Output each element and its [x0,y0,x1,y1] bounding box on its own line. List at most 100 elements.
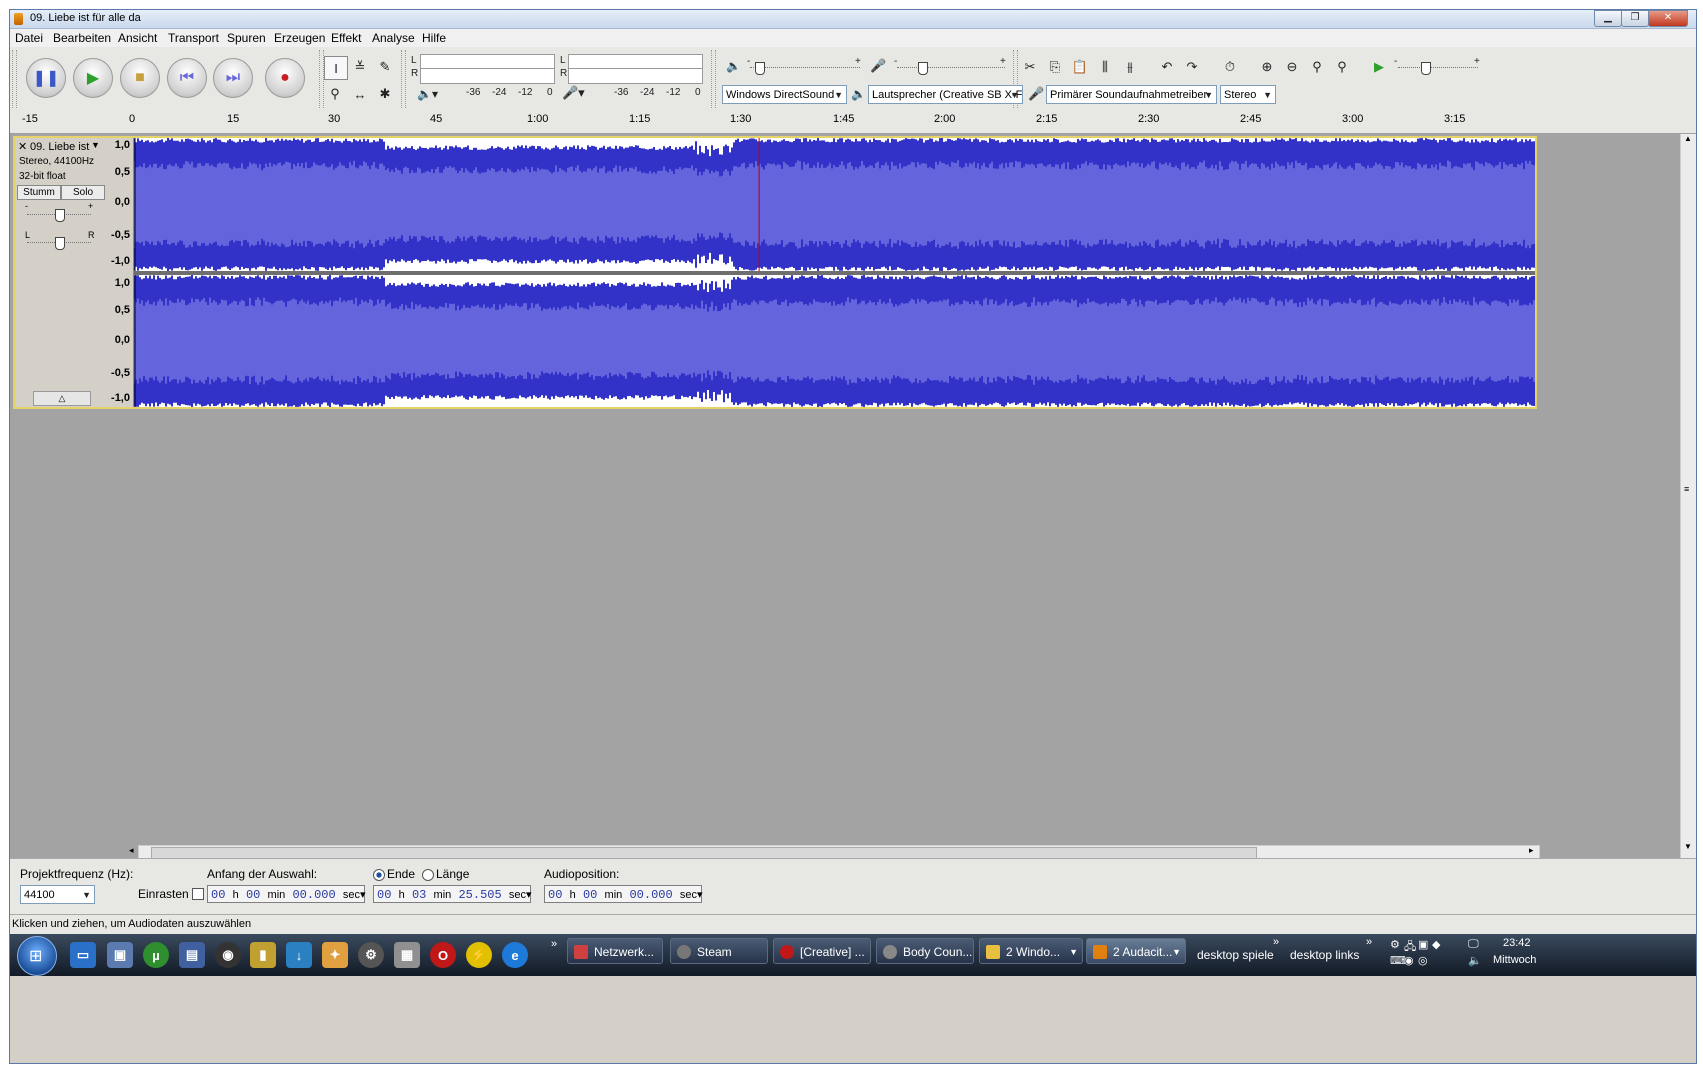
minimize-button[interactable]: ▁ [1594,10,1622,27]
clock-time[interactable]: 23:42 [1503,937,1531,949]
undo-button[interactable]: ↶ [1156,56,1178,78]
task-audacity[interactable]: 2 Audacit... ▼ [1086,938,1186,964]
menu-analyse[interactable]: Analyse [372,31,415,45]
vertical-scrollbar[interactable]: ▲ ≡ ▼ [1680,134,1696,858]
switch-windows-icon[interactable]: ▣ [107,942,133,968]
menu-effekt[interactable]: Effekt [331,31,361,45]
tray-app-icon[interactable]: ◆ [1432,938,1440,951]
start-button[interactable]: ⊞ [17,936,57,976]
collapse-track-button[interactable]: △ [33,391,91,406]
tray-volume-icon[interactable]: 🔈 [1468,954,1482,967]
waveform-right-channel[interactable] [134,275,1535,407]
cut-button[interactable]: ✂ [1019,56,1041,78]
tray-disc-icon[interactable]: ◎ [1418,954,1428,967]
trim-button[interactable]: ⫼ [1094,56,1116,78]
snap-checkbox[interactable] [192,888,204,900]
fit-project-button[interactable]: ⚲ [1331,56,1353,78]
menu-spuren[interactable]: Spuren [227,31,266,45]
network-icon[interactable]: ▤ [179,942,205,968]
chevron-down-icon[interactable]: ▼ [91,140,100,150]
track-area[interactable]: ✕ 09. Liebe ist ▼ Stereo, 44100Hz 32-bit… [10,134,1680,858]
paste-button[interactable]: 📋 [1069,56,1091,78]
input-device-select[interactable]: Primärer Soundaufnahmetreiber ▼ [1046,85,1217,104]
host-select[interactable]: Windows DirectSound ▼ [722,85,847,104]
toolbar-desktop-links[interactable]: desktop links [1290,948,1359,962]
multi-tool[interactable]: ✱ [374,83,396,105]
timeline-ruler[interactable]: -15 0 15 30 45 1:00 1:15 1:30 1:45 2:00 … [10,111,1696,134]
gain-knob[interactable] [55,209,65,222]
output-device-select[interactable]: Lautsprecher (Creative SB X-F ▼ [868,85,1023,104]
microphone-icon[interactable]: 🎤▾ [562,85,585,101]
track-name-menu[interactable]: 09. Liebe ist [30,141,89,153]
input-volume-slider[interactable] [897,67,1005,69]
solo-button[interactable]: Solo [61,185,105,200]
playback-speed-knob[interactable] [1421,62,1431,75]
length-radio[interactable] [422,869,434,881]
speaker-icon[interactable]: 🔈▾ [417,87,438,101]
waveform-left-channel[interactable] [134,138,1535,271]
menu-transport[interactable]: Transport [168,31,219,45]
channels-select[interactable]: Stereo ▼ [1220,85,1276,104]
menu-erzeugen[interactable]: Erzeugen [274,31,325,45]
tray-media-icon[interactable]: ◉ [1404,954,1414,967]
project-rate-select[interactable]: 44100 ▼ [20,885,95,904]
paint-icon[interactable]: ✦ [322,942,348,968]
download-icon[interactable]: ↓ [286,942,312,968]
scroll-down-icon[interactable]: ▼ [1684,842,1692,851]
opera-icon[interactable]: O [430,942,456,968]
toolbar-grip[interactable] [711,50,716,108]
task-steam[interactable]: Steam [670,938,768,964]
record-meter[interactable] [568,68,703,84]
selection-end-time[interactable]: 00 h 03 min 25.505 sec▾ [373,885,532,903]
copy-button[interactable]: ⎘ [1044,56,1066,78]
selection-tool[interactable]: I [324,56,348,80]
archive-icon[interactable]: ▮ [250,942,276,968]
envelope-tool[interactable]: ≚ [349,56,371,78]
scroll-grip-icon[interactable]: ≡ [1684,484,1689,494]
tray-steam-icon[interactable]: ⚙ [1390,938,1400,951]
clock-day[interactable]: Mittwoch [1493,954,1536,966]
sync-lock-button[interactable]: ⏱ [1219,56,1241,78]
toolbar-chevron[interactable]: » [1366,936,1372,948]
play-button[interactable]: ▶ [73,58,113,98]
scroll-left-icon[interactable]: ◂ [129,845,134,856]
pause-button[interactable]: ❚❚ [26,58,66,98]
playback-speed-slider[interactable] [1398,67,1478,69]
skip-to-start-button[interactable]: ⏮ [167,58,207,98]
silence-button[interactable]: ⫵ [1119,56,1141,78]
task-windows-explorer[interactable]: 2 Windo... ▼ [979,938,1083,964]
show-desktop-icon[interactable]: ▭ [70,942,96,968]
output-volume-slider[interactable] [750,67,860,69]
mute-button[interactable]: Stumm [17,185,61,200]
pan-knob[interactable] [55,237,65,250]
calculator-icon[interactable]: ▦ [394,942,420,968]
zoom-out-button[interactable]: ⊖ [1281,56,1303,78]
task-netzwerk[interactable]: Netzwerk... [567,938,663,964]
utorrent-icon[interactable]: µ [143,942,169,968]
playback-meter[interactable] [420,68,555,84]
draw-tool[interactable]: ✎ [374,56,396,78]
stop-button[interactable]: ■ [120,58,160,98]
input-volume-knob[interactable] [918,62,928,75]
more-quicklaunch-chevron[interactable]: » [551,938,557,950]
scroll-up-icon[interactable]: ▲ [1684,134,1692,143]
maximize-button[interactable]: ❐ [1621,10,1649,27]
close-button[interactable]: ✕ [1648,10,1688,27]
audio-position-time[interactable]: 00 h 00 min 00.000 sec▾ [544,885,703,903]
toolbar-desktop-spiele[interactable]: desktop spiele [1197,948,1274,962]
internet-explorer-icon[interactable]: e [502,942,528,968]
media-player-icon[interactable]: ◉ [215,942,241,968]
play-at-speed-button[interactable]: ▶ [1368,56,1390,78]
tray-security-icon[interactable]: ▣ [1418,938,1428,951]
menu-ansicht[interactable]: Ansicht [118,31,157,45]
end-radio[interactable] [373,869,385,881]
toolbar-grip[interactable] [401,50,406,108]
zoom-tool[interactable]: ⚲ [324,83,346,105]
output-volume-knob[interactable] [755,62,765,75]
menu-bearbeiten[interactable]: Bearbeiten [53,31,111,45]
selection-start-time[interactable]: 00 h 00 min 00.000 sec▾ [207,885,366,903]
tray-monitor-icon[interactable]: 🖵 [1468,938,1479,951]
scroll-right-icon[interactable]: ▸ [1529,845,1534,856]
task-body-count[interactable]: Body Coun... [876,938,974,964]
fit-selection-button[interactable]: ⚲ [1306,56,1328,78]
